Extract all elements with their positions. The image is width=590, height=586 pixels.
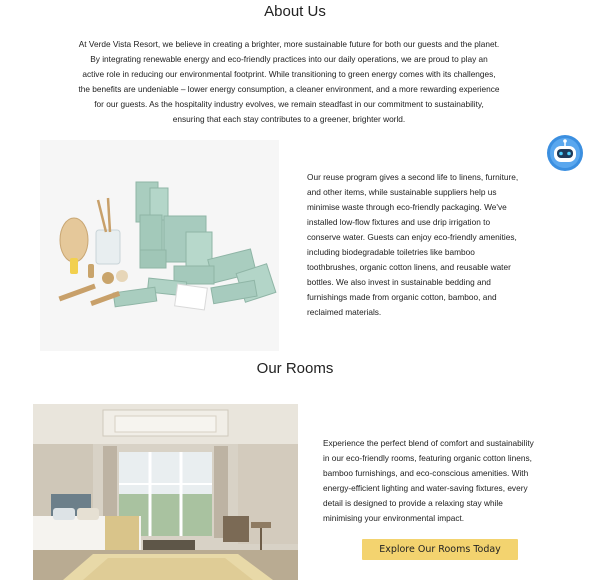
explore-rooms-button[interactable]: Explore Our Rooms Today <box>362 539 518 560</box>
chatbot-launcher[interactable] <box>546 134 584 172</box>
room-illustration <box>33 404 298 580</box>
amenities-illustration <box>40 140 279 351</box>
reuse-line: toothbrushes, organic cotton linens, and… <box>307 262 511 272</box>
reuse-line: including biodegradable toiletries like … <box>307 247 475 257</box>
room-image <box>33 404 298 580</box>
reuse-line: minimise waste through eco-friendly pack… <box>307 202 507 212</box>
rooms-line: in our eco-friendly rooms, featuring org… <box>323 453 532 463</box>
rooms-line: minimising your environmental impact. <box>323 513 465 523</box>
reuse-line: furnishings made from organic cotton, ba… <box>307 292 497 302</box>
reuse-program-description: Our reuse program gives a second life to… <box>307 170 547 320</box>
about-line: for our guests. As the hospitality indus… <box>94 99 484 109</box>
about-line: ensuring that each stay contributes to a… <box>172 114 406 124</box>
rooms-line: bamboo furnishings, and eco-conscious am… <box>323 468 529 478</box>
about-line: At Verde Vista Resort, we believe in cre… <box>78 39 500 49</box>
about-title: About Us <box>264 3 326 20</box>
about-line: By integrating renewable energy and eco-… <box>90 54 488 64</box>
reuse-line: and other items, while sustainable suppl… <box>307 187 497 197</box>
amenities-image <box>40 140 279 351</box>
about-line: active role in reducing our environmenta… <box>82 69 496 79</box>
rooms-line: Experience the perfect blend of comfort … <box>323 438 534 448</box>
rooms-line: energy-efficient lighting and water-savi… <box>323 483 528 493</box>
reuse-line: conserve water. Guests can enjoy eco-fri… <box>307 232 517 242</box>
rooms-title: Our Rooms <box>256 360 334 377</box>
about-line: the benefits are undeniable – lower ener… <box>78 84 500 94</box>
robot-chat-icon <box>547 135 583 171</box>
rooms-description: Experience the perfect blend of comfort … <box>323 436 563 526</box>
reuse-line: reclaimed materials. <box>307 307 382 317</box>
about-description: At Verde Vista Resort, we believe in cre… <box>54 37 524 127</box>
reuse-line: bottles. We also invest in sustainable b… <box>307 277 491 287</box>
reuse-line: installed low-flow fixtures and use drip… <box>307 217 491 227</box>
reuse-line: Our reuse program gives a second life to… <box>307 172 519 182</box>
rooms-line: detail is designed to provide a relaxing… <box>323 498 503 508</box>
